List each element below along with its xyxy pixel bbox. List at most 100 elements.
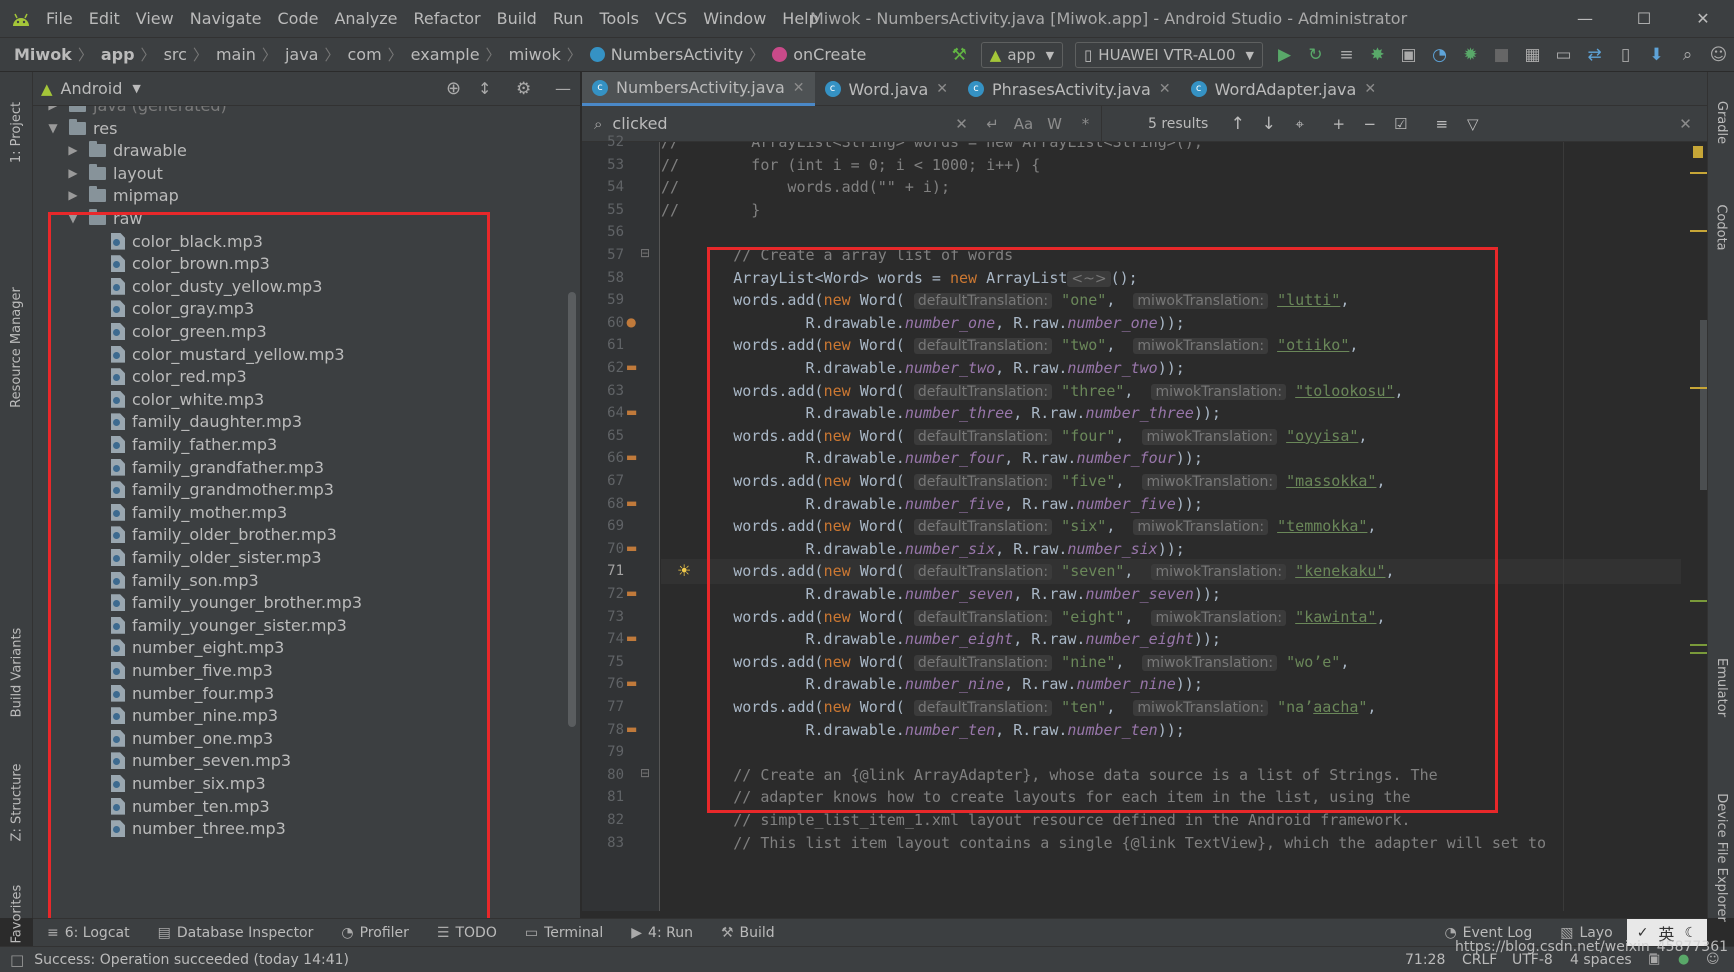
- menu-item[interactable]: Tools: [592, 0, 647, 38]
- error-stripe-mark[interactable]: [1690, 230, 1707, 232]
- search-icon[interactable]: ⌕: [1672, 40, 1703, 70]
- apply-code-changes-icon[interactable]: ≡: [1331, 40, 1362, 70]
- menu-item[interactable]: File: [38, 0, 81, 38]
- menu-item[interactable]: View: [128, 0, 182, 38]
- maximize-button[interactable]: ☐: [1616, 0, 1672, 38]
- chevron-right-icon[interactable]: ▶: [65, 161, 81, 186]
- warning-marker-icon[interactable]: [1693, 146, 1703, 158]
- close-window-button[interactable]: ✕: [1675, 0, 1731, 38]
- gear-icon[interactable]: ⚙: [516, 79, 531, 99]
- code-line[interactable]: words.add(new Word( defaultTranslation: …: [661, 333, 1358, 358]
- project-structure-icon[interactable]: ▦: [1517, 40, 1548, 70]
- apply-changes-icon[interactable]: ↻: [1300, 40, 1331, 70]
- code-line[interactable]: // for (int i = 0; i < 1000; i++) {: [661, 153, 1040, 178]
- code-line[interactable]: R.drawable.number_ten, R.raw.number_ten)…: [661, 718, 1184, 743]
- code-line[interactable]: words.add(new Word( defaultTranslation: …: [661, 469, 1385, 494]
- remove-occurrence-icon[interactable]: −: [1354, 115, 1385, 133]
- add-occurrence-icon[interactable]: +: [1323, 115, 1354, 133]
- code-line[interactable]: // simple_list_item_1.xml layout resourc…: [661, 808, 1410, 833]
- pin-icon[interactable]: ⌖: [1284, 115, 1315, 133]
- tool-tab-device-file-explorer[interactable]: Device File Explorer: [1708, 762, 1734, 952]
- chevron-right-icon[interactable]: ▶: [65, 183, 81, 208]
- breadcrumb-item[interactable]: main: [210, 45, 260, 64]
- tree-file-item[interactable]: color_brown.mp3: [111, 251, 270, 276]
- tool-tab-project[interactable]: 1: Project: [0, 82, 33, 182]
- code-line[interactable]: words.add(new Word( defaultTranslation: …: [661, 424, 1367, 449]
- resource-preview-icon[interactable]: ▬: [626, 405, 637, 419]
- menu-item[interactable]: VCS: [647, 0, 695, 38]
- tree-file-item[interactable]: number_seven.mp3: [111, 748, 291, 773]
- breadcrumb-item[interactable]: onCreate: [766, 45, 870, 64]
- code-line[interactable]: words.add(new Word( defaultTranslation: …: [661, 379, 1404, 404]
- tree-folder-item[interactable]: ▶ layout: [65, 161, 163, 186]
- tree-folder-item[interactable]: ▼ raw: [65, 206, 142, 231]
- run-config-combo[interactable]: ▲ app ▼: [980, 42, 1064, 68]
- tree-file-item[interactable]: family_daughter.mp3: [111, 409, 302, 434]
- tree-file-item[interactable]: family_older_brother.mp3: [111, 522, 337, 547]
- breadcrumb-item[interactable]: miwok: [503, 45, 565, 64]
- breadcrumb-item[interactable]: java: [279, 45, 323, 64]
- code-line[interactable]: words.add(new Word( defaultTranslation: …: [661, 288, 1349, 313]
- tree-file-item[interactable]: color_dusty_yellow.mp3: [111, 274, 322, 299]
- tree-file-item[interactable]: number_ten.mp3: [111, 794, 270, 819]
- tree-file-item[interactable]: number_four.mp3: [111, 681, 274, 706]
- code-line[interactable]: ArrayList<Word> words = new ArrayList <~>…: [661, 266, 1138, 291]
- editor-tab[interactable]: c PhrasesActivity.java ✕: [958, 72, 1181, 106]
- tree-file-item[interactable]: number_three.mp3: [111, 816, 286, 841]
- breadcrumb-item[interactable]: NumbersActivity: [584, 45, 747, 64]
- editor-tab[interactable]: c Word.java ✕: [815, 72, 958, 106]
- chevron-right-icon[interactable]: ▶: [65, 138, 81, 163]
- tree-file-item[interactable]: family_grandfather.mp3: [111, 455, 324, 480]
- tool-tab-structure[interactable]: Z: Structure: [0, 752, 33, 852]
- tree-file-item[interactable]: number_eight.mp3: [111, 635, 284, 660]
- tree-folder-item[interactable]: ▶ drawable: [65, 138, 187, 163]
- resource-preview-icon[interactable]: ▬: [626, 676, 637, 690]
- code-line[interactable]: R.drawable.number_six, R.raw.number_six)…: [661, 537, 1184, 562]
- tree-file-item[interactable]: color_mustard_yellow.mp3: [111, 342, 345, 367]
- account-avatar-icon[interactable]: ☺: [1703, 40, 1734, 70]
- intention-bulb-icon[interactable]: ☀: [677, 561, 691, 580]
- project-view-selector[interactable]: Android: [61, 79, 123, 98]
- bottom-tool-button[interactable]: ≡ 6: Logcat: [33, 925, 144, 941]
- tree-file-item[interactable]: color_white.mp3: [111, 387, 264, 412]
- resource-preview-icon[interactable]: ▬: [626, 722, 637, 736]
- code-line[interactable]: words.add(new Word( defaultTranslation: …: [661, 559, 1681, 585]
- code-line[interactable]: R.drawable.number_five, R.raw.number_fiv…: [661, 492, 1202, 517]
- tree-file-item[interactable]: family_younger_sister.mp3: [111, 613, 347, 638]
- resource-preview-icon[interactable]: ▬: [626, 450, 637, 464]
- attach-debugger-icon[interactable]: ✹: [1455, 40, 1486, 70]
- close-tab-icon[interactable]: ✕: [793, 80, 805, 96]
- tree-file-item[interactable]: family_younger_brother.mp3: [111, 590, 362, 615]
- search-stripe-mark[interactable]: [1690, 652, 1707, 654]
- chevron-down-icon[interactable]: ▼: [65, 206, 81, 231]
- editor-tab[interactable]: c NumbersActivity.java ✕: [582, 72, 815, 106]
- new-line-icon[interactable]: ↵: [977, 115, 1008, 133]
- menu-item[interactable]: Navigate: [182, 0, 270, 38]
- menu-item[interactable]: Window: [695, 0, 774, 38]
- stop-icon[interactable]: ■: [1486, 40, 1517, 70]
- tree-file-item[interactable]: family_grandmother.mp3: [111, 477, 334, 502]
- tree-folder-item[interactable]: ▶ mipmap: [65, 183, 179, 208]
- select-all-occurrences-icon[interactable]: ☑: [1385, 115, 1416, 133]
- bottom-tool-button[interactable]: ▶ 4: Run: [617, 925, 707, 941]
- breadcrumb-item[interactable]: com: [341, 45, 385, 64]
- status-message[interactable]: Success: Operation succeeded (today 14:4…: [34, 952, 349, 968]
- tree-file-item[interactable]: color_green.mp3: [111, 319, 267, 344]
- search-input[interactable]: clicked: [612, 114, 946, 133]
- bottom-tool-button[interactable]: ▭ Terminal: [511, 925, 617, 941]
- tree-file-item[interactable]: color_gray.mp3: [111, 296, 254, 321]
- breadcrumb-item[interactable]: app: [95, 45, 139, 64]
- code-line[interactable]: // Create a array list of words: [661, 243, 1013, 268]
- tool-tab-gradle[interactable]: Gradle: [1708, 82, 1734, 162]
- sync-gradle-icon[interactable]: ⇄: [1579, 40, 1610, 70]
- menu-item[interactable]: Build: [489, 0, 545, 38]
- chevron-down-icon[interactable]: ▼: [45, 116, 61, 141]
- avd-manager-icon[interactable]: ▭: [1548, 40, 1579, 70]
- code-line[interactable]: R.drawable.number_two, R.raw.number_two)…: [661, 356, 1184, 381]
- breadcrumb-item[interactable]: Miwok: [8, 45, 76, 64]
- code-line[interactable]: R.drawable.number_seven, R.raw.number_se…: [661, 582, 1220, 607]
- caret-position[interactable]: 71:28: [1405, 952, 1445, 968]
- error-stripe-mark[interactable]: [1690, 387, 1707, 389]
- code-line[interactable]: R.drawable.number_four, R.raw.number_fou…: [661, 446, 1202, 471]
- fold-icon[interactable]: ⊟: [640, 766, 650, 780]
